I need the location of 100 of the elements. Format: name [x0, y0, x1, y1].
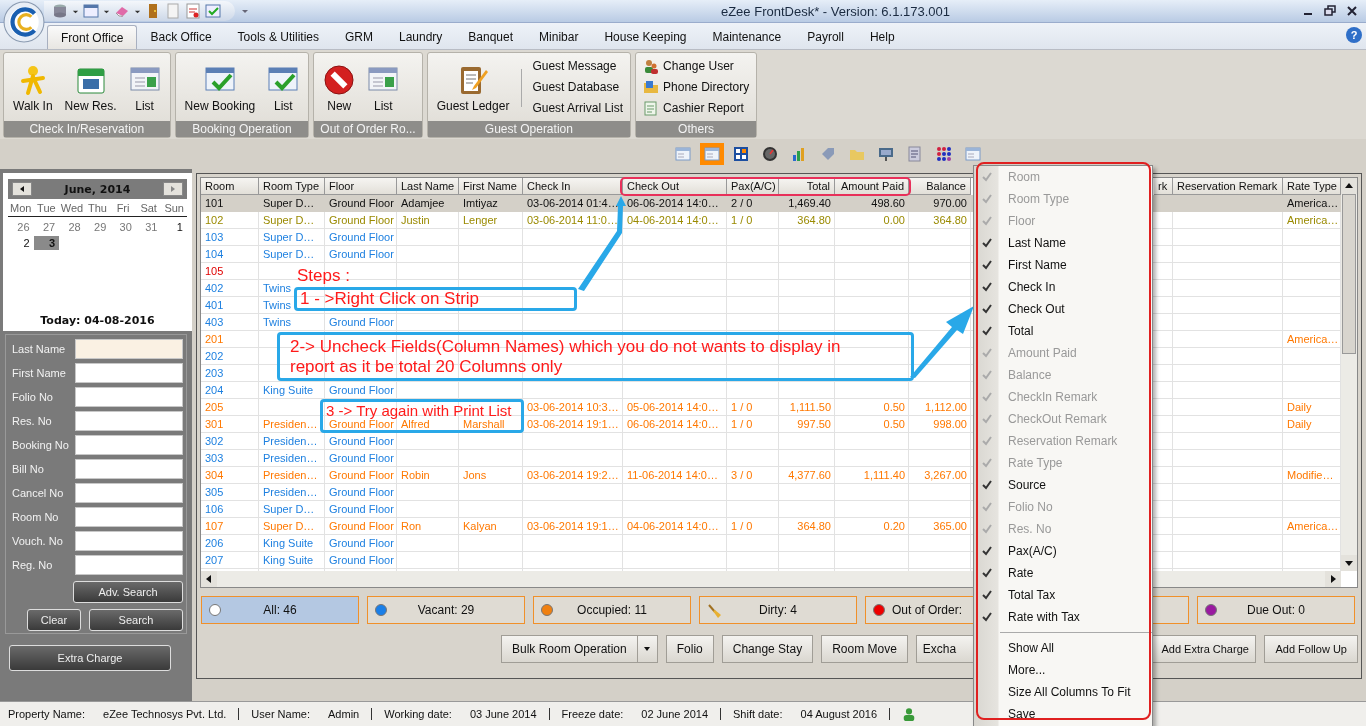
calendar-day[interactable]: 1	[161, 220, 187, 234]
table-cell[interactable]: 101	[201, 195, 259, 212]
ribbon-button[interactable]: New	[317, 53, 362, 121]
help-button[interactable]: ?	[1346, 27, 1362, 43]
menu-tab[interactable]: Minibar	[526, 25, 592, 49]
column-header[interactable]: Balance	[909, 178, 971, 195]
bulk-operation-button[interactable]: Bulk Room Operation	[501, 635, 638, 663]
table-cell[interactable]: 106	[201, 501, 228, 518]
ribbon-link[interactable]: Guest Message	[532, 58, 624, 74]
calendar-day[interactable]: 30	[110, 220, 136, 234]
menu-item[interactable]: Rate	[974, 562, 1152, 584]
menu-tab[interactable]: Payroll	[794, 25, 857, 49]
table-cell[interactable]: 203	[201, 365, 228, 382]
previous-month-button[interactable]	[12, 182, 32, 196]
table-cell[interactable]: 305	[201, 484, 228, 501]
table-cell[interactable]: 207	[201, 552, 228, 569]
menu-item[interactable]: Check Out	[974, 298, 1152, 320]
table-cell[interactable]: 302	[201, 433, 228, 450]
input-field[interactable]	[75, 363, 183, 383]
database-icon[interactable]	[52, 3, 68, 19]
dropdown-button[interactable]	[637, 635, 658, 663]
calendar-day[interactable]: 2	[8, 236, 34, 250]
input-field[interactable]	[75, 459, 183, 479]
column-header[interactable]: Rate Type	[1283, 178, 1341, 195]
extra-charge-button[interactable]: Extra Charge	[9, 645, 171, 671]
table-cell[interactable]: 401	[201, 297, 228, 314]
input-field[interactable]	[75, 555, 183, 575]
advanced-search-button[interactable]: Adv. Search	[73, 581, 183, 603]
input-field[interactable]	[75, 483, 183, 503]
calendar-day[interactable]: 28	[59, 220, 85, 234]
action-button[interactable]: Folio	[665, 635, 714, 663]
ribbon-button[interactable]: New Res.	[58, 53, 123, 121]
menu-item[interactable]: Last Name	[974, 232, 1152, 254]
checked-window-icon[interactable]	[205, 3, 221, 19]
column-header[interactable]: Floor	[325, 178, 397, 195]
menu-tab[interactable]: Banquet	[455, 25, 527, 49]
status-filter[interactable]: Due Out: 0	[1197, 596, 1355, 624]
close-icon[interactable]	[1346, 5, 1358, 17]
input-field[interactable]	[75, 387, 183, 407]
ribbon-link[interactable]: Guest Database	[532, 79, 624, 95]
ribbon-link[interactable]: Guest Arrival List	[532, 100, 624, 116]
table-cell[interactable]: 204	[201, 382, 228, 399]
table-cell[interactable]: 104	[201, 246, 228, 263]
menu-item[interactable]: Source	[974, 474, 1152, 496]
menu-tab[interactable]: Tools & Utilities	[224, 25, 332, 49]
calendar-day[interactable]: 29	[84, 220, 111, 234]
ribbon-link[interactable]: Change User	[643, 58, 750, 74]
table-cell[interactable]: 303	[201, 450, 228, 467]
column-header[interactable]: First Name	[459, 178, 523, 195]
menu-item[interactable]: Pax(A/C)	[974, 540, 1152, 562]
vertical-scrollbar[interactable]	[1341, 178, 1357, 571]
menu-item[interactable]: First Name	[974, 254, 1152, 276]
ribbon-button[interactable]: List	[122, 53, 167, 121]
status-filter[interactable]: Occupied: 11	[533, 596, 691, 624]
ribbon-link[interactable]: Phone Directory	[643, 79, 750, 95]
menu-tab[interactable]: Back Office	[137, 25, 225, 49]
calendar-day[interactable]: 26	[8, 220, 34, 234]
ribbon-button[interactable]: Guest Ledger	[430, 53, 516, 121]
action-button[interactable]: Room Move	[821, 635, 908, 663]
search-button[interactable]: Search	[89, 609, 183, 631]
restore-icon[interactable]	[1324, 5, 1336, 17]
menu-tab[interactable]: Front Office	[47, 25, 138, 49]
status-filter[interactable]: All: 46	[201, 596, 359, 624]
menu-item[interactable]: Size All Columns To Fit	[974, 681, 1152, 703]
table-cell[interactable]: 202	[201, 348, 228, 365]
table-cell[interactable]: 103	[201, 229, 228, 246]
action-button[interactable]: Add Follow Up	[1264, 635, 1358, 663]
input-field[interactable]	[75, 411, 183, 431]
input-field[interactable]	[75, 435, 183, 455]
status-filter[interactable]: Dirty: 4	[699, 596, 857, 624]
spellcheck-icon[interactable]	[185, 3, 201, 19]
column-header[interactable]: Room Type	[259, 178, 325, 195]
ribbon-link[interactable]: Cashier Report	[643, 100, 750, 116]
menu-tab[interactable]: Help	[856, 25, 908, 49]
action-button[interactable]: Change Stay	[721, 635, 814, 663]
menu-item[interactable]: Save	[974, 703, 1152, 725]
table-cell[interactable]: 402	[201, 280, 228, 297]
next-month-button[interactable]	[163, 182, 183, 196]
clear-button[interactable]: Clear	[27, 609, 81, 631]
table-cell[interactable]: 105	[201, 263, 228, 280]
column-header[interactable]: Room	[201, 178, 259, 195]
column-header[interactable]: rk	[1154, 178, 1173, 195]
ribbon-button[interactable]: New Booking	[178, 53, 262, 121]
ribbon-button[interactable]: List	[361, 53, 406, 121]
table-cell[interactable]: 102	[201, 212, 228, 229]
input-field[interactable]	[75, 507, 183, 527]
menu-tab[interactable]: Laundry	[385, 25, 456, 49]
menu-tab[interactable]: Maintenance	[699, 25, 795, 49]
column-header[interactable]: Reservation Remark	[1173, 178, 1283, 195]
ribbon-button[interactable]: Walk In	[7, 53, 59, 121]
input-field[interactable]	[75, 339, 183, 359]
menu-item[interactable]: Total	[974, 320, 1152, 342]
calendar-day[interactable]: 3	[33, 236, 60, 250]
column-header[interactable]: Check In	[523, 178, 623, 195]
menu-item[interactable]: Check In	[974, 276, 1152, 298]
menu-tab[interactable]: GRM	[331, 25, 386, 49]
status-filter[interactable]: Vacant: 29	[367, 596, 525, 624]
calendar-day[interactable]: 31	[135, 220, 162, 234]
menu-tab[interactable]: House Keeping	[591, 25, 700, 49]
column-header[interactable]: Last Name	[397, 178, 459, 195]
